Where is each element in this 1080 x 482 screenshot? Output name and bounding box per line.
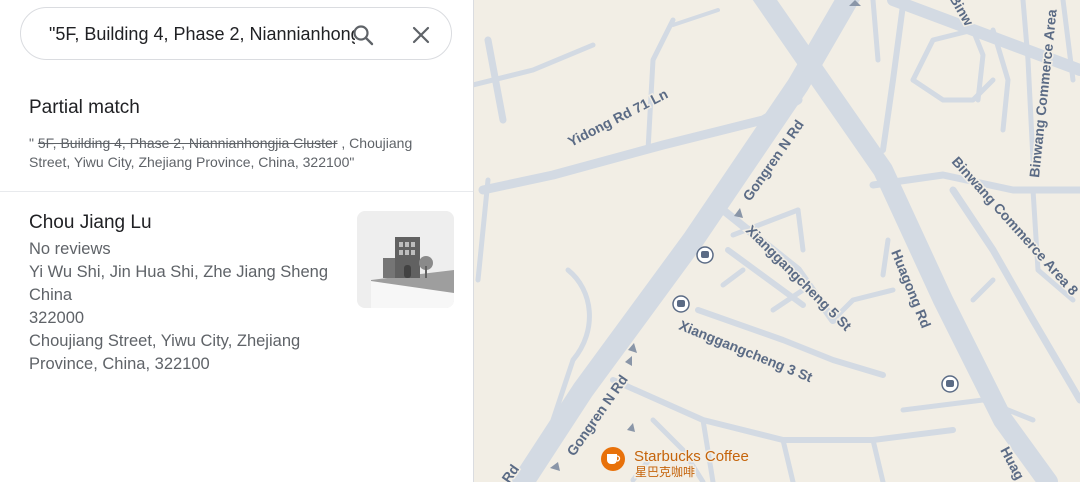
result-title: Chou Jiang Lu xyxy=(29,212,152,233)
result-details: No reviews Yi Wu Shi, Jin Hua Shi, Zhe J… xyxy=(29,238,339,376)
result-address-line: Choujiang Street, Yiwu City, Zhejiang xyxy=(29,332,301,350)
maps-app: Partial match " 5F, Building 4, Phase 2,… xyxy=(0,0,1080,482)
road-label: Yidong Rd 71 Ln xyxy=(565,86,670,150)
search-button[interactable] xyxy=(349,21,377,49)
building-icon xyxy=(371,237,454,308)
result-thumbnail xyxy=(357,211,454,308)
partial-match-struck-text: 5F, Building 4, Phase 2, Niannianhongjia… xyxy=(37,135,338,151)
poi-name-local: 星巴克咖啡 xyxy=(635,464,695,479)
transit-stop-icon xyxy=(696,246,714,264)
clear-search-button[interactable] xyxy=(407,21,435,49)
road-label: Binwang Commerce Area 8 xyxy=(949,153,1080,298)
result-address-line: China xyxy=(29,286,73,304)
search-input[interactable] xyxy=(49,22,355,46)
search-box xyxy=(20,7,452,60)
partial-match-quote: " xyxy=(29,135,34,151)
partial-match-text: " 5F, Building 4, Phase 2, Niannianhongj… xyxy=(29,134,449,172)
search-icon xyxy=(353,25,374,46)
result-address-line: Province, China, 322100 xyxy=(29,355,210,373)
road-network xyxy=(473,0,1080,482)
poi-starbucks[interactable]: Starbucks Coffee 星巴克咖啡 xyxy=(601,447,750,481)
transit-stop-icon xyxy=(672,295,690,313)
transit-stop-icon xyxy=(941,375,959,393)
result-address-line: Yi Wu Shi, Jin Hua Shi, Zhe Jiang Sheng xyxy=(29,263,328,281)
road-label: Xianggangcheng 5 St xyxy=(743,222,855,334)
partial-match-heading: Partial match xyxy=(29,97,140,118)
result-address-line: 322000 xyxy=(29,309,85,327)
map-svg: Yidong Rd 71 Ln Gongren N Rd Gongren N R… xyxy=(473,0,1080,482)
close-icon xyxy=(412,26,430,44)
search-result-item[interactable]: Chou Jiang Lu No reviews Yi Wu Shi, Jin … xyxy=(0,192,473,482)
map-canvas[interactable]: Yidong Rd 71 Ln Gongren N Rd Gongren N R… xyxy=(473,0,1080,482)
side-panel: Partial match " 5F, Building 4, Phase 2,… xyxy=(0,0,474,482)
poi-name: Starbucks Coffee xyxy=(634,448,749,465)
result-reviews: No reviews xyxy=(29,240,111,258)
